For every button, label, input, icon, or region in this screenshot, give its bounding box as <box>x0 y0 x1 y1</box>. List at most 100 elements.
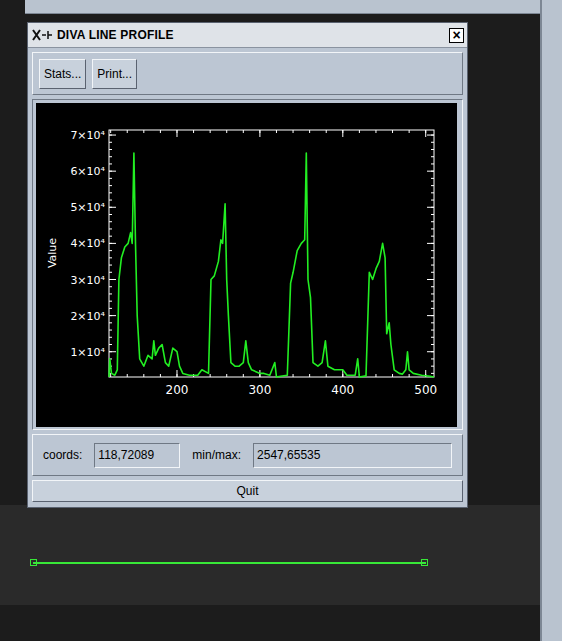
y-tick <box>427 279 434 280</box>
y-minor-tick <box>109 221 112 222</box>
x-minor-tick <box>210 374 211 377</box>
y-minor-tick <box>109 265 112 266</box>
close-button[interactable]: × <box>449 28 464 43</box>
title-bar[interactable]: DIVA LINE PROFILE × <box>28 23 467 48</box>
y-tick <box>109 171 116 172</box>
y-minor-tick <box>431 293 434 294</box>
y-minor-tick <box>109 171 112 172</box>
x-tick-label: 300 <box>248 383 271 397</box>
quit-button[interactable]: Quit <box>32 480 463 502</box>
y-minor-tick <box>109 286 112 287</box>
y-tick-label: 1×10⁴ <box>70 346 105 359</box>
x-minor-tick <box>293 374 294 377</box>
y-minor-tick <box>431 373 434 374</box>
y-minor-tick <box>109 250 112 251</box>
y-tick <box>109 279 116 280</box>
y-minor-tick <box>431 135 434 136</box>
y-minor-tick <box>431 185 434 186</box>
y-minor-tick <box>431 351 434 352</box>
y-minor-tick <box>431 156 434 157</box>
y-tick-label: 2×10⁴ <box>70 310 105 323</box>
field-label: min/max: <box>192 446 241 464</box>
field-value[interactable] <box>253 443 452 468</box>
x-minor-tick <box>425 130 426 133</box>
y-minor-tick <box>109 163 112 164</box>
y-tick-label: 6×10⁴ <box>70 165 105 178</box>
x-minor-tick <box>160 374 161 377</box>
y-minor-tick <box>109 257 112 258</box>
x-tick-label: 200 <box>166 383 189 397</box>
x-minor-tick <box>309 130 310 133</box>
toolbar-button[interactable]: Stats... <box>39 59 86 89</box>
y-minor-tick <box>431 301 434 302</box>
y-minor-tick <box>431 286 434 287</box>
y-minor-tick <box>109 135 112 136</box>
x-minor-tick <box>110 374 111 377</box>
y-minor-tick <box>109 243 112 244</box>
x-tick-label: 500 <box>414 383 437 397</box>
y-minor-tick <box>431 214 434 215</box>
y-minor-tick <box>109 200 112 201</box>
y-minor-tick <box>431 308 434 309</box>
x-minor-tick <box>276 130 277 133</box>
profile-series-line <box>109 153 434 377</box>
y-minor-tick <box>431 315 434 316</box>
x-minor-tick <box>326 130 327 133</box>
profile-line[interactable] <box>33 562 426 564</box>
y-minor-tick <box>109 315 112 316</box>
y-minor-tick <box>431 250 434 251</box>
y-minor-tick <box>431 279 434 280</box>
y-minor-tick <box>431 163 434 164</box>
y-minor-tick <box>109 178 112 179</box>
y-minor-tick <box>109 236 112 237</box>
y-tick-label: 4×10⁴ <box>70 237 105 250</box>
y-minor-tick <box>431 142 434 143</box>
toolbar-button[interactable]: Print... <box>92 59 137 89</box>
y-minor-tick <box>109 142 112 143</box>
y-minor-tick <box>431 272 434 273</box>
y-minor-tick <box>109 293 112 294</box>
photo-strip <box>0 505 540 605</box>
line-profile-window[interactable]: DIVA LINE PROFILE × Stats...Print... 200… <box>27 22 468 508</box>
y-tick <box>427 207 434 208</box>
x-minor-tick <box>259 374 260 377</box>
y-tick <box>109 315 116 316</box>
y-tick <box>109 351 116 352</box>
y-tick <box>109 243 116 244</box>
y-minor-tick <box>431 243 434 244</box>
x-minor-tick <box>392 130 393 133</box>
field-label: coords: <box>43 446 82 464</box>
y-tick <box>109 135 116 136</box>
y-tick-label: 7×10⁴ <box>70 129 105 142</box>
y-minor-tick <box>431 330 434 331</box>
y-tick-label: 5×10⁴ <box>70 201 105 214</box>
x-minor-tick <box>127 130 128 133</box>
line-end-handle[interactable] <box>421 559 428 566</box>
line-chart: 2003004005001×10⁴2×10⁴3×10⁴4×10⁴5×10⁴6×1… <box>36 103 457 427</box>
x-minor-tick <box>127 374 128 377</box>
y-minor-tick <box>109 272 112 273</box>
x-minor-tick <box>359 130 360 133</box>
x-minor-tick <box>226 130 227 133</box>
y-minor-tick <box>109 185 112 186</box>
x-tick <box>425 130 426 137</box>
y-minor-tick <box>109 330 112 331</box>
x-minor-tick <box>143 374 144 377</box>
y-minor-tick <box>431 171 434 172</box>
y-minor-tick <box>431 221 434 222</box>
y-minor-tick <box>109 149 112 150</box>
y-minor-tick <box>431 358 434 359</box>
line-start-handle[interactable] <box>30 559 37 566</box>
y-minor-tick <box>431 236 434 237</box>
y-minor-tick <box>431 192 434 193</box>
y-tick <box>427 171 434 172</box>
side-scrollbar[interactable] <box>540 0 562 641</box>
x-minor-tick <box>409 374 410 377</box>
field-value[interactable] <box>94 443 180 468</box>
y-minor-tick <box>431 322 434 323</box>
y-minor-tick <box>431 366 434 367</box>
x-minor-tick <box>375 130 376 133</box>
y-minor-tick <box>109 279 112 280</box>
y-minor-tick <box>109 156 112 157</box>
y-axis-label: Value <box>46 238 59 268</box>
